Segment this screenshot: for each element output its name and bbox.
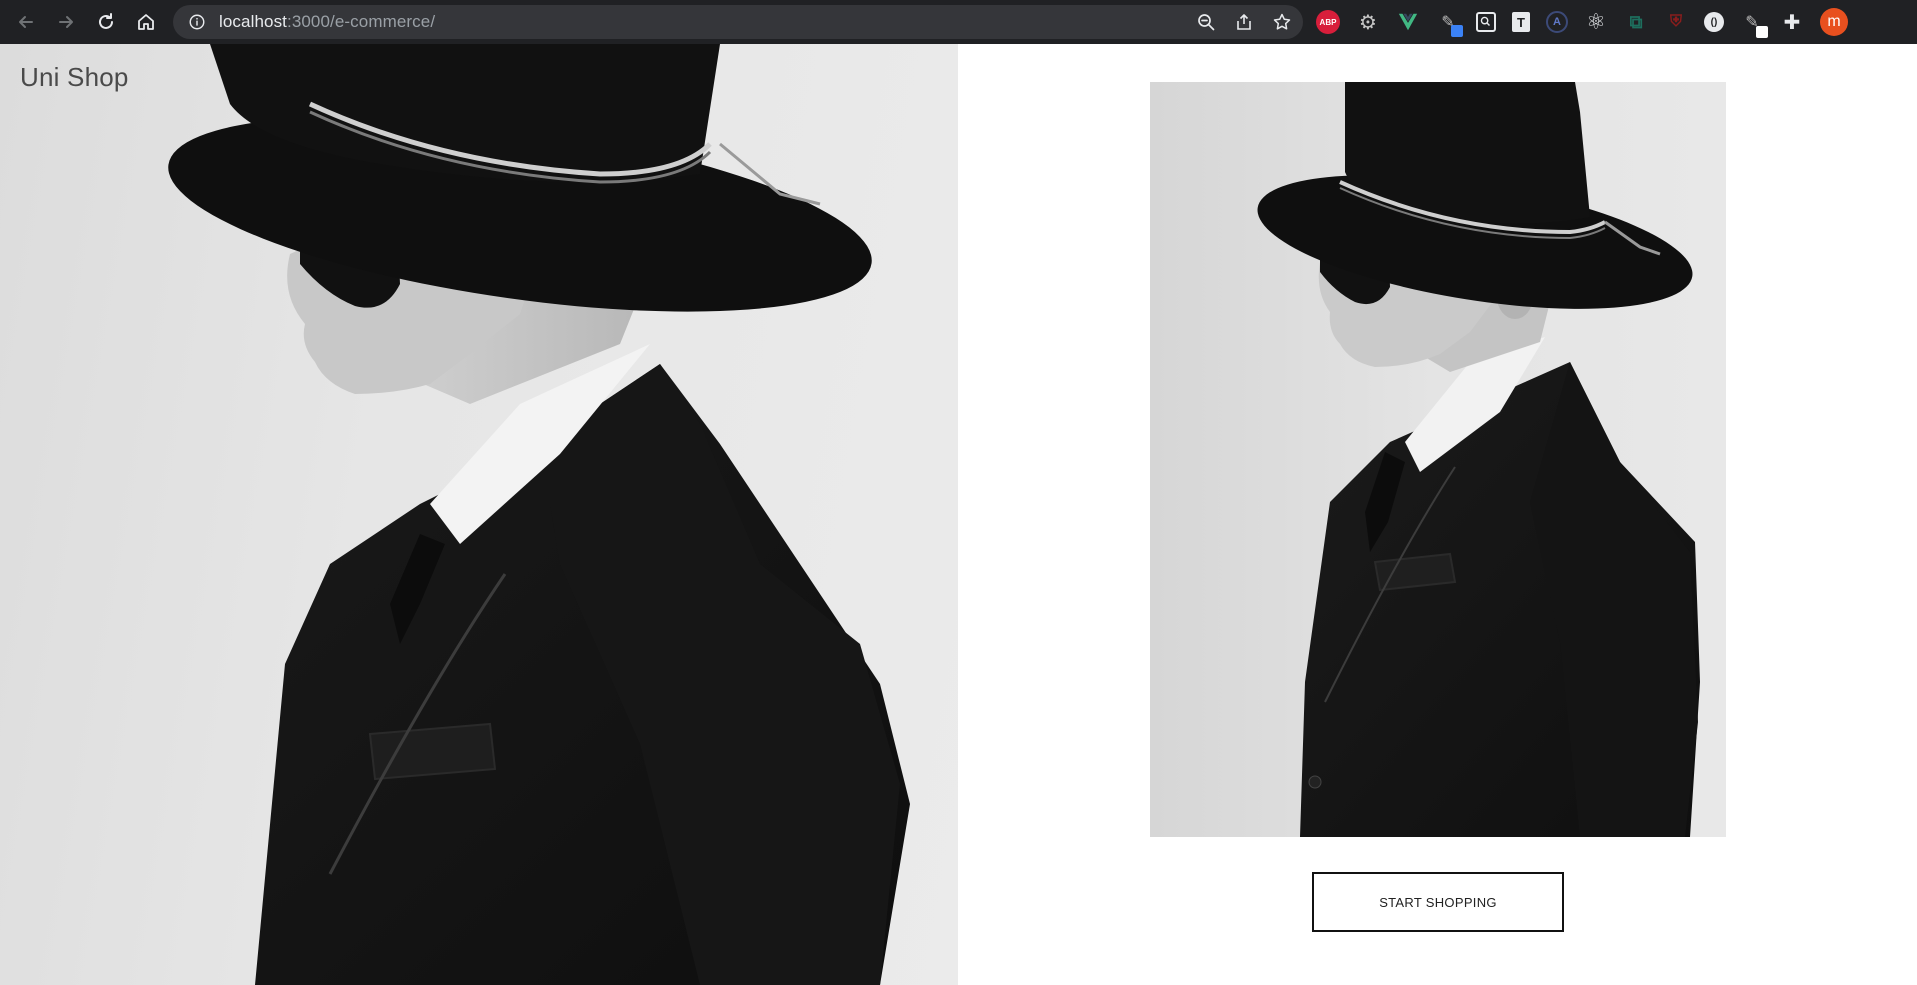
url-path: :3000/e-commerce/ — [287, 12, 436, 31]
home-icon — [138, 14, 154, 30]
adblock-plus-icon[interactable]: ABP — [1316, 10, 1340, 34]
arrow-right-icon — [59, 16, 73, 28]
frame-tool-icon[interactable]: ⧉ — [1624, 10, 1648, 34]
share-icon[interactable] — [1233, 11, 1255, 33]
url-text[interactable]: localhost:3000/e-commerce/ — [219, 12, 435, 32]
back-button[interactable] — [12, 8, 40, 36]
arrow-left-icon — [19, 16, 33, 28]
hero-image: Uni Shop — [0, 44, 958, 985]
site-info-icon[interactable] — [187, 12, 207, 32]
product-photo-illustration — [1257, 82, 1700, 837]
page-content: Uni Shop START SHOPPING — [0, 44, 1917, 985]
ring-extension-icon[interactable]: () — [1704, 12, 1724, 32]
zoom-icon[interactable] — [1195, 11, 1217, 33]
browser-toolbar: localhost:3000/e-commerce/ ABP ⚙ ✎ T A ⚛… — [0, 0, 1917, 44]
shield-icon[interactable]: ⛨ — [1664, 10, 1688, 34]
brand-logo[interactable]: Uni Shop — [20, 62, 129, 93]
reload-button[interactable] — [92, 8, 120, 36]
url-host: localhost — [219, 12, 287, 31]
react-devtools-icon[interactable]: ⚛ — [1584, 9, 1608, 34]
home-button[interactable] — [132, 8, 160, 36]
start-shopping-button[interactable]: START SHOPPING — [1312, 872, 1564, 932]
extensions-bar: ABP ⚙ ✎ T A ⚛ ⧉ ⛨ () ✎ ✚ m — [1316, 7, 1848, 38]
pen-tool-icon[interactable]: ✎ — [1740, 10, 1768, 38]
screen-search-icon[interactable] — [1476, 12, 1496, 32]
gear-icon[interactable]: ⚙ — [1356, 10, 1380, 34]
hero-photo-illustration — [168, 44, 910, 985]
address-bar[interactable]: localhost:3000/e-commerce/ — [173, 5, 1303, 39]
a-extension-icon[interactable]: A — [1546, 11, 1568, 33]
reload-icon — [99, 13, 113, 29]
color-picker-icon[interactable]: ✎ — [1436, 10, 1463, 37]
profile-avatar[interactable]: m — [1820, 8, 1848, 36]
text-tool-icon[interactable]: T — [1512, 12, 1530, 32]
extensions-puzzle-icon[interactable]: ✚ — [1780, 10, 1804, 34]
bookmark-star-icon[interactable] — [1271, 11, 1293, 33]
product-image — [1150, 82, 1726, 837]
vue-devtools-icon[interactable] — [1396, 10, 1420, 34]
forward-button[interactable] — [52, 8, 80, 36]
